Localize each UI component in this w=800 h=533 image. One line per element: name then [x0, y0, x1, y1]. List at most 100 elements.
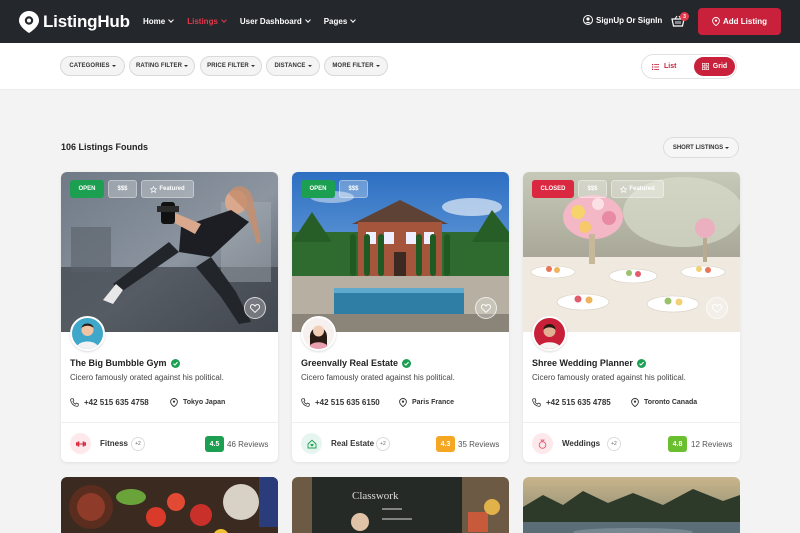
sort-listings-dropdown[interactable]: SHORT LISTINGS	[663, 137, 739, 158]
price-filter-label: PRICE FILTER	[207, 63, 249, 69]
categories-filter[interactable]: CATEGORIES	[60, 56, 125, 76]
caret-down-icon	[250, 65, 255, 67]
card-divider	[523, 422, 740, 423]
avatar-photo	[303, 318, 334, 349]
add-listing-label: Add Listing	[723, 17, 767, 26]
chevron-down-icon	[168, 17, 175, 23]
list-view-label: List	[664, 63, 677, 70]
nav-user-dashboard[interactable]: User Dashboard	[239, 17, 311, 26]
grid-view-label: Grid	[712, 63, 728, 70]
lake-photo	[523, 477, 740, 533]
map-pin-icon	[399, 398, 407, 407]
listing-card[interactable]: CLOSED $$$ Featured Shree Wedding Planne…	[523, 172, 740, 462]
brand-logo[interactable]: ListingHub	[19, 10, 130, 33]
review-count[interactable]: 46 Reviews	[227, 440, 268, 449]
listing-description: Cicero famously orated against his polit…	[532, 373, 686, 382]
sort-label: SHORT LISTINGS	[672, 144, 724, 151]
rating-filter[interactable]: RATING FILTER	[129, 56, 195, 76]
more-categories-badge[interactable]: +2	[131, 437, 145, 451]
listing-phone-text: +42 515 635 4758	[84, 398, 149, 407]
nav-user-dashboard-label: User Dashboard	[239, 17, 302, 26]
price-filter[interactable]: PRICE FILTER	[200, 56, 262, 76]
caret-down-icon	[307, 65, 312, 67]
rating-badge: 4.3	[436, 436, 455, 452]
listing-card[interactable]: OPEN $$$ Greenvally Real Estate Cicero f…	[292, 172, 509, 462]
rating-badge: 4.8	[668, 436, 687, 452]
category-icon	[532, 433, 553, 454]
avatar[interactable]	[70, 316, 105, 351]
signup-label: SignUp Or SignIn	[596, 15, 663, 25]
more-filter[interactable]: MORE FILTER	[324, 56, 388, 76]
favorite-button[interactable]	[475, 297, 497, 319]
map-pin-icon	[631, 398, 639, 407]
categories-filter-label: CATEGORIES	[69, 63, 110, 69]
listing-description: Cicero famously orated against his polit…	[301, 373, 455, 382]
listing-title-text: Shree Wedding Planner	[532, 358, 633, 368]
food-photo	[61, 477, 278, 533]
category-label[interactable]: Real Estate	[331, 439, 374, 448]
list-icon	[652, 63, 659, 70]
category-icon	[70, 433, 91, 454]
favorite-button[interactable]	[706, 297, 728, 319]
card-divider	[61, 422, 278, 423]
listing-card[interactable]: OPEN $$$ Featured The Big Bumbble Gym Ci…	[61, 172, 278, 462]
featured-label: Featured	[629, 186, 655, 192]
more-filter-label: MORE FILTER	[332, 63, 374, 69]
nav-home[interactable]: Home	[143, 17, 175, 26]
review-count[interactable]: 35 Reviews	[458, 440, 499, 449]
listing-phone[interactable]: +42 515 635 6150	[301, 398, 380, 407]
listing-phone-text: +42 515 635 4785	[546, 398, 611, 407]
caret-down-icon	[375, 65, 380, 67]
verified-check-icon	[170, 358, 180, 368]
listing-card-image-partial[interactable]	[61, 477, 278, 533]
heart-icon	[481, 303, 491, 313]
phone-icon	[70, 398, 79, 407]
main-nav: Home Listings User Dashboard Pages	[143, 0, 369, 43]
verified-check-icon	[636, 358, 646, 368]
price-badge: $$$	[578, 180, 607, 198]
chevron-down-icon	[304, 17, 311, 23]
caret-down-icon	[184, 65, 189, 67]
listing-location: Toronto Canada	[631, 398, 697, 407]
listing-phone[interactable]: +42 515 635 4758	[70, 398, 149, 407]
favorite-button[interactable]	[244, 297, 266, 319]
avatar[interactable]	[532, 316, 567, 351]
user-circle-icon	[583, 15, 593, 25]
listing-location: Paris France	[399, 398, 454, 407]
category-label[interactable]: Weddings	[562, 439, 600, 448]
listing-phone[interactable]: +42 515 635 4785	[532, 398, 611, 407]
status-badge: OPEN	[301, 180, 335, 198]
map-pin-icon	[712, 17, 720, 26]
grid-view-button[interactable]: Grid	[694, 57, 735, 76]
more-categories-badge[interactable]: +2	[607, 437, 621, 451]
review-count[interactable]: 12 Reviews	[691, 440, 732, 449]
category-label[interactable]: Fitness	[100, 439, 128, 448]
listing-card-image-partial[interactable]: Classwork	[292, 477, 509, 533]
listing-title[interactable]: The Big Bumbble Gym	[70, 358, 180, 368]
featured-badge: Featured	[141, 180, 194, 198]
nav-home-label: Home	[143, 17, 166, 26]
add-listing-button[interactable]: Add Listing	[698, 8, 781, 35]
more-categories-badge[interactable]: +2	[376, 437, 390, 451]
distance-filter[interactable]: DISTANCE	[266, 56, 320, 76]
star-icon	[150, 185, 158, 193]
listing-title[interactable]: Shree Wedding Planner	[532, 358, 646, 368]
map-pin-icon	[170, 398, 178, 407]
top-navbar: ListingHub Home Listings User Dashboard …	[0, 0, 800, 43]
avatar[interactable]	[301, 316, 336, 351]
results-count: 106 Listings Founds	[61, 142, 149, 152]
listing-title[interactable]: Greenvally Real Estate	[301, 358, 412, 368]
verified-check-icon	[402, 358, 412, 368]
chevron-down-icon	[221, 17, 227, 23]
caret-down-icon	[111, 65, 116, 67]
nav-listings-label: Listings	[187, 17, 218, 26]
signup-signin-link[interactable]: SignUp Or SignIn	[583, 15, 662, 25]
listing-description: Cicero famously orated against his polit…	[70, 373, 224, 382]
list-view-button[interactable]: List	[650, 55, 676, 78]
heart-icon	[250, 303, 260, 313]
rating-filter-label: RATING FILTER	[135, 63, 183, 69]
nav-listings[interactable]: Listings	[187, 17, 227, 26]
listing-location-text: Tokyo Japan	[183, 399, 226, 406]
listing-card-image-partial[interactable]	[523, 477, 740, 533]
nav-pages[interactable]: Pages	[324, 17, 357, 26]
